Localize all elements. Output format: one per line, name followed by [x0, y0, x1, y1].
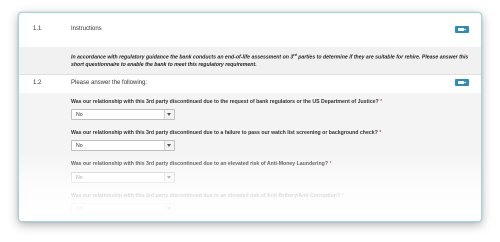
- comment-icon: [458, 81, 466, 84]
- chevron-down-icon: [164, 141, 174, 150]
- comment-icon: [458, 28, 466, 31]
- instruction-text: In accordance with regulatory guidance t…: [71, 53, 469, 68]
- questions-panel: Was our relationship with this 3rd party…: [19, 93, 481, 221]
- question-select[interactable]: No: [71, 109, 175, 120]
- questionnaire-card: 1.1 Instructions In accordance with regu…: [18, 12, 482, 222]
- question-select[interactable]: No: [71, 140, 175, 151]
- comment-button[interactable]: [455, 79, 469, 86]
- row-number: 1.2: [33, 80, 42, 86]
- instruction-panel: In accordance with regulatory guidance t…: [19, 47, 481, 75]
- select-value: No: [76, 175, 83, 181]
- row-label: Instructions: [71, 26, 102, 32]
- select-value: No: [76, 206, 83, 212]
- chevron-down-icon: [164, 204, 174, 213]
- comment-button[interactable]: [455, 26, 469, 33]
- row-label: Please answer the following:: [71, 80, 148, 86]
- question-label: Was our relationship with this 3rd party…: [71, 193, 344, 199]
- question-label: Was our relationship with this 3rd party…: [71, 161, 332, 167]
- question-label: Was our relationship with this 3rd party…: [71, 130, 382, 136]
- row-questions: 1.2 Please answer the following:: [19, 75, 481, 94]
- row-instructions: 1.1 Instructions: [19, 13, 481, 48]
- row-number: 1.1: [33, 26, 42, 32]
- chevron-down-icon: [164, 110, 174, 119]
- question-select[interactable]: No: [71, 203, 175, 214]
- select-value: No: [76, 143, 83, 149]
- chevron-down-icon: [164, 173, 174, 182]
- question-select[interactable]: No: [71, 172, 175, 183]
- question-label: Was our relationship with this 3rd party…: [71, 99, 383, 105]
- select-value: No: [76, 112, 83, 118]
